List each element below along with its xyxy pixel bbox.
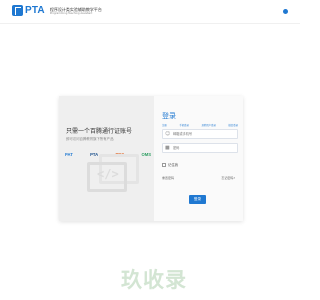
intro-subtitle: 即可访问百腾教育旗下所有产品 [66,137,114,141]
remember-checkbox[interactable] [162,162,166,167]
status-dot-icon [283,9,288,14]
forgot-password-link[interactable]: 忘记密码? [221,176,235,180]
username-field[interactable]: ☺ [162,129,238,139]
code-illustration-icon: </> [87,162,127,192]
logo-subtitle-en: Programming Teaching Assistant [49,11,93,15]
login-card: 只需一个百腾通行证账号 即可访问百腾教育旗下所有产品 PAT PTA PDS O… [59,96,243,221]
brand-oms[interactable]: OMS [141,152,151,157]
remember-me[interactable]: 记住我 [162,162,178,167]
password-input[interactable] [173,144,233,152]
user-icon: ☺ [165,130,171,137]
login-title: 登录 [162,112,176,120]
password-field[interactable]: ■ [162,143,238,153]
tab-phone-login[interactable]: 手机登录 [179,123,189,127]
tab-wechat-login[interactable]: 微信登录 [228,123,238,127]
intro-title: 只需一个百腾通行证账号 [66,128,133,135]
reset-password-link[interactable]: 重置密码 [162,176,174,180]
logo-text: PTA [25,5,45,16]
username-input[interactable] [173,130,233,138]
login-panel: 登录 注册 手机登录 其他用户登录 微信登录 ☺ ■ 记住我 重置密码 忘记密码… [154,96,243,221]
logo[interactable]: PTA 程序设计类实验辅助教学平台 Programming Teaching A… [12,5,102,16]
logo-icon [12,5,23,16]
top-bar: PTA 程序设计类实验辅助教学平台 Programming Teaching A… [0,0,300,24]
tab-register[interactable]: 注册 [162,123,167,127]
login-tabs: 注册 手机登录 其他用户登录 微信登录 [162,123,238,127]
watermark: 玖收录 [121,268,187,292]
brand-pat[interactable]: PAT [65,152,73,157]
intro-panel: 只需一个百腾通行证账号 即可访问百腾教育旗下所有产品 PAT PTA PDS O… [59,96,154,221]
brand-pta[interactable]: PTA [90,152,98,157]
tab-other-login[interactable]: 其他用户登录 [202,123,216,127]
remember-label: 记住我 [168,163,179,167]
login-button[interactable]: 登录 [189,195,206,204]
logo-subtitle: 程序设计类实验辅助教学平台 Programming Teaching Assis… [50,7,102,15]
lock-icon: ■ [165,144,170,151]
